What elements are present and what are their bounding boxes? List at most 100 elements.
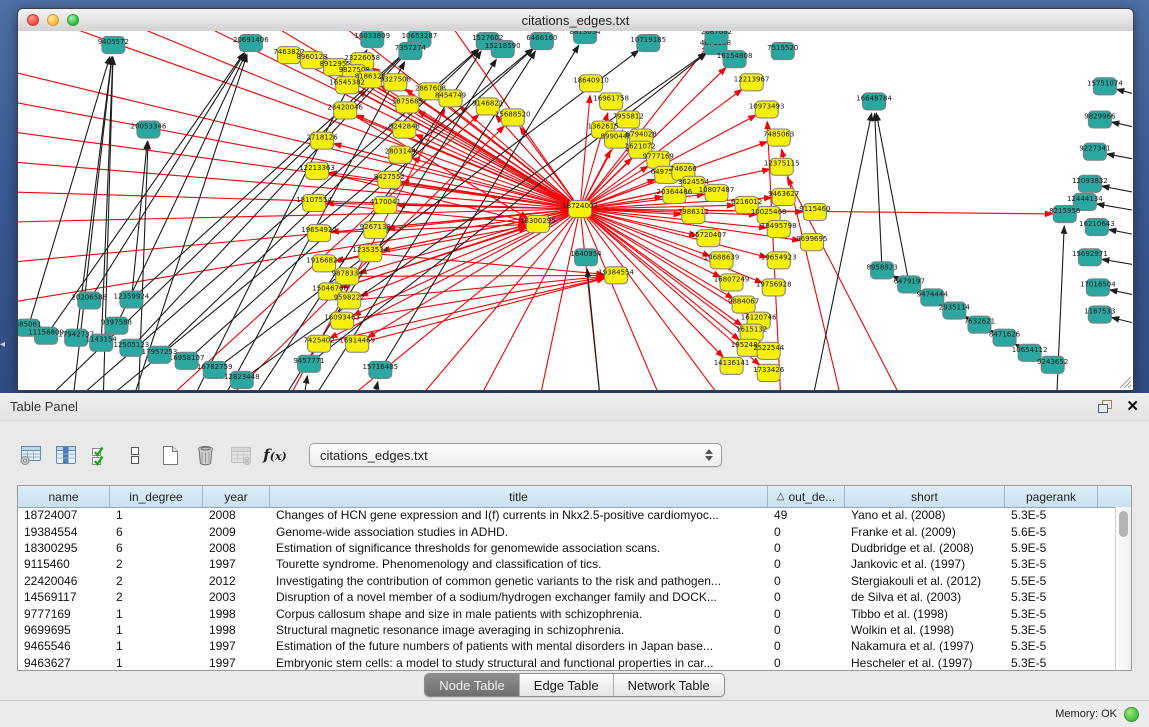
table-cell-in_degree[interactable]: 2: [110, 557, 203, 571]
table-row[interactable]: 946362711997Embryonic stem cells: a mode…: [18, 655, 1116, 670]
graph-node[interactable]: 16033809: [354, 31, 390, 48]
table-row[interactable]: 977716911998Corpus callosum shape and si…: [18, 605, 1116, 621]
table-cell-title[interactable]: Estimation of significance thresholds fo…: [270, 541, 768, 555]
graph-edge[interactable]: [782, 149, 841, 390]
graph-node[interactable]: 9115460: [799, 203, 830, 220]
graph-edge[interactable]: [540, 209, 580, 390]
table-cell-name[interactable]: 9463627: [18, 656, 110, 670]
graph-edge[interactable]: [587, 269, 600, 390]
table-cell-short[interactable]: Yano et al. (2008): [845, 508, 1005, 522]
table-cell-short[interactable]: de Silva et al. (2003): [845, 590, 1005, 604]
graph-node[interactable]: 16961758: [593, 93, 629, 110]
table-cell-name[interactable]: 18724007: [18, 508, 110, 522]
table-cell-short[interactable]: Tibbo et al. (1998): [845, 607, 1005, 621]
graph-node[interactable]: 9227341: [1079, 143, 1110, 160]
column-visibility-icon[interactable]: [52, 442, 78, 468]
graph-node[interactable]: 1167533: [1084, 306, 1115, 323]
graph-edge[interactable]: [1117, 89, 1132, 93]
graph-edge[interactable]: [18, 209, 580, 262]
table-cell-year[interactable]: 1997: [203, 557, 270, 571]
table-row[interactable]: 969969511998Structural magnetic resonanc…: [18, 622, 1116, 638]
table-row[interactable]: 946554611997Estimation of the future num…: [18, 638, 1116, 654]
graph-node[interactable]: 10719185: [630, 35, 666, 52]
table-cell-pagerank[interactable]: 5.6E-5: [1005, 525, 1098, 539]
graph-node[interactable]: 15716485: [362, 361, 398, 378]
table-selector[interactable]: citations_edges.txt: [309, 443, 722, 467]
table-cell-title[interactable]: Structural magnetic resonance image aver…: [270, 623, 768, 637]
table-cell-year[interactable]: 1997: [203, 639, 270, 653]
table-cell-pagerank[interactable]: 5.3E-5: [1005, 557, 1098, 571]
graph-node[interactable]: 2803144: [385, 146, 417, 163]
graph-edge[interactable]: [1109, 229, 1132, 234]
table-cell-name[interactable]: 9699695: [18, 623, 110, 637]
graph-node[interactable]: 9327508: [380, 74, 411, 91]
graph-node[interactable]: 18495798: [761, 221, 797, 238]
graph-node[interactable]: 8454749: [435, 90, 466, 107]
graph-node[interactable]: 9463627: [768, 188, 799, 205]
table-cell-title[interactable]: Changes of HCN gene expression and I(f) …: [270, 508, 768, 522]
table-cell-name[interactable]: 9465546: [18, 639, 110, 653]
graph-node[interactable]: 12093832: [1072, 175, 1108, 192]
tab-node-table[interactable]: Node Table: [425, 674, 519, 696]
graph-edge[interactable]: [342, 277, 604, 320]
network-graph[interactable]: 9405572206914061065328715276026466160107…: [18, 31, 1133, 390]
table-cell-title[interactable]: Estimation of the future numbers of pati…: [270, 639, 768, 653]
graph-edge[interactable]: [374, 382, 377, 390]
graph-edge[interactable]: [304, 376, 307, 390]
table-cell-short[interactable]: Wolkin et al. (1998): [845, 623, 1005, 637]
graph-edge[interactable]: [309, 54, 706, 364]
table-cell-pagerank[interactable]: 5.3E-5: [1005, 639, 1098, 653]
table-cell-short[interactable]: Dudbridge et al. (2008): [845, 541, 1005, 555]
table-cell-title[interactable]: Embryonic stem cells: a model to study s…: [270, 656, 768, 670]
table-row[interactable]: 911546021997Tourette syndrome. Phenomeno…: [18, 556, 1116, 572]
table-cell-name[interactable]: 22420046: [18, 574, 110, 588]
graph-node[interactable]: 12353534: [352, 245, 388, 262]
function-builder-icon[interactable]: f(x): [262, 442, 288, 468]
graph-edge[interactable]: [116, 54, 245, 326]
vertical-scrollbar[interactable]: [1115, 507, 1131, 670]
column-header-year[interactable]: year: [203, 486, 270, 507]
graph-node[interactable]: 15720407: [691, 230, 727, 247]
float-window-icon[interactable]: [1097, 399, 1114, 414]
table-cell-out_degree[interactable]: 0: [768, 525, 845, 539]
graph-node[interactable]: 19654922: [301, 225, 337, 242]
table-cell-title[interactable]: Investigating the contribution of common…: [270, 574, 768, 588]
graph-node[interactable]: 8215956: [1049, 205, 1081, 222]
graph-edge[interactable]: [813, 113, 872, 390]
graph-node[interactable]: 19654923: [761, 252, 797, 269]
graph-node[interactable]: 9457771: [293, 355, 324, 372]
graph-node[interactable]: 1143154: [86, 334, 118, 351]
graph-node[interactable]: 1640954: [570, 249, 602, 266]
graph-node[interactable]: 15688520: [495, 109, 531, 126]
graph-node[interactable]: 2522544: [753, 342, 785, 359]
graph-node[interactable]: 16807249: [714, 274, 750, 291]
table-cell-year[interactable]: 2008: [203, 508, 270, 522]
graph-node[interactable]: 16154808: [717, 51, 753, 68]
graph-node[interactable]: 9397588: [101, 317, 132, 334]
table-cell-in_degree[interactable]: 2: [110, 590, 203, 604]
table-cell-year[interactable]: 2009: [203, 525, 270, 539]
table-cell-out_degree[interactable]: 0: [768, 639, 845, 653]
table-cell-out_degree[interactable]: 0: [768, 590, 845, 604]
graph-edge[interactable]: [1107, 154, 1132, 159]
table-row[interactable]: 1872400712008Changes of HCN gene express…: [18, 507, 1116, 523]
table-cell-year[interactable]: 2008: [203, 541, 270, 555]
table-cell-short[interactable]: Nakamura et al. (1997): [845, 639, 1005, 653]
resize-grip-icon[interactable]: [1116, 373, 1132, 389]
table-cell-in_degree[interactable]: 2: [110, 574, 203, 588]
graph-node[interactable]: 16545382: [329, 77, 365, 94]
table-cell-in_degree[interactable]: 1: [110, 607, 203, 621]
graph-node[interactable]: 9598222: [334, 292, 365, 309]
graph-node[interactable]: 18640910: [573, 75, 609, 92]
graph-node[interactable]: 10807487: [699, 184, 735, 201]
table-cell-pagerank[interactable]: 5.3E-5: [1005, 656, 1098, 670]
graph-node[interactable]: 15692971: [1072, 249, 1108, 266]
table-cell-pagerank[interactable]: 5.9E-5: [1005, 541, 1098, 555]
tab-edge-table[interactable]: Edge Table: [519, 674, 613, 696]
table-cell-out_degree[interactable]: 0: [768, 623, 845, 637]
table-cell-name[interactable]: 9777169: [18, 607, 110, 621]
scrollbar-thumb[interactable]: [1119, 511, 1128, 537]
tab-network-table[interactable]: Network Table: [613, 674, 724, 696]
graph-node[interactable]: 9267130: [360, 222, 391, 239]
table-row[interactable]: 1938455462009Genome-wide association stu…: [18, 523, 1116, 539]
